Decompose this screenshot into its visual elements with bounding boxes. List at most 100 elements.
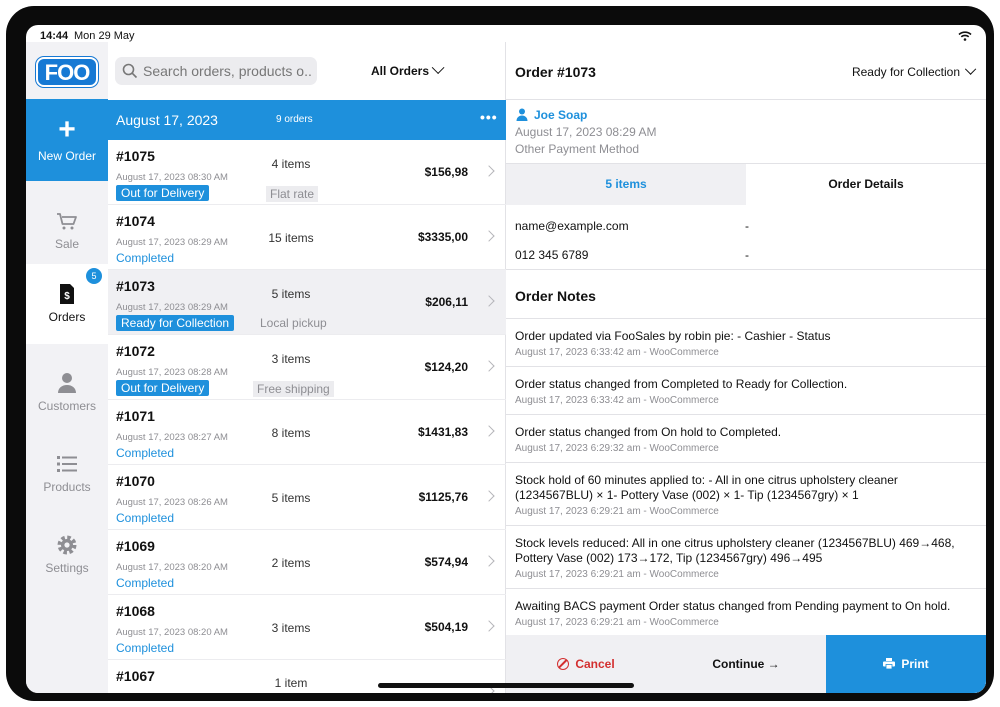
order-note: Order status changed from Completed to R… — [506, 366, 986, 414]
order-time: August 17, 2023 08:29 AM — [116, 302, 228, 313]
printer-icon — [883, 658, 896, 669]
detail-tabs: 5 items Order Details — [506, 163, 986, 205]
order-item-count: 5 items — [271, 287, 311, 301]
chevron-right-icon — [483, 490, 495, 502]
svg-text:$: $ — [64, 291, 70, 302]
order-status: Completed — [116, 251, 175, 265]
sidebar-item-products[interactable]: Products — [26, 434, 108, 514]
tab-order-details[interactable]: Order Details — [746, 164, 986, 205]
contact-details: name@example.com - 012 345 6789 - — [506, 204, 986, 270]
order-shipping-method: Local pickup — [260, 316, 327, 330]
order-total: $1431,83 — [417, 425, 468, 439]
order-status-badge: Out for Delivery — [116, 185, 210, 201]
tab-items[interactable]: 5 items — [506, 164, 746, 205]
orders-filter-label: All Orders — [371, 64, 430, 78]
chevron-right-icon — [483, 165, 495, 177]
order-note: Stock hold of 60 minutes applied to: - A… — [506, 462, 986, 525]
person-icon — [516, 108, 528, 121]
order-row[interactable]: #1069 August 17, 2023 08:20 AM Completed… — [108, 530, 506, 595]
order-status-dropdown[interactable]: Ready for Collection — [852, 63, 977, 79]
note-meta: August 17, 2023 6:29:21 am - WooCommerce — [515, 617, 719, 628]
screen: 14:44 Mon 29 May FOO + New Order Sale 5 … — [26, 25, 986, 693]
status-date: Mon 29 May — [74, 30, 135, 42]
sidebar-item-sale[interactable]: Sale — [26, 191, 108, 271]
chevron-right-icon — [483, 295, 495, 307]
day-header: August 17, 2023 9 orders ••• — [108, 100, 506, 140]
order-row[interactable]: #1075 August 17, 2023 08:30 AM Out for D… — [108, 140, 506, 205]
order-row[interactable]: #1067 1 item — [108, 660, 506, 693]
sidebar: FOO + New Order Sale 5 $ Orders Customer… — [26, 42, 108, 693]
order-note: Order status changed from On hold to Com… — [506, 414, 986, 462]
wifi-icon — [958, 31, 972, 41]
order-row[interactable]: #1072 August 17, 2023 08:28 AM Out for D… — [108, 335, 506, 400]
order-note: Stock levels reduced: All in one citrus … — [506, 525, 986, 588]
order-time: August 17, 2023 08:20 AM — [116, 627, 228, 638]
order-number: #1070 — [116, 473, 155, 489]
note-text: Order status changed from On hold to Com… — [515, 425, 782, 439]
order-row[interactable]: #1068 August 17, 2023 08:20 AM Completed… — [108, 595, 506, 660]
new-order-label: New Order — [37, 149, 96, 163]
customer-name-link[interactable]: Joe Soap — [515, 108, 975, 122]
new-order-button[interactable]: + New Order — [26, 99, 108, 181]
print-label: Print — [901, 657, 929, 671]
note-meta: August 17, 2023 6:33:42 am - WooCommerce — [515, 395, 719, 406]
order-item-count: 8 items — [271, 426, 311, 440]
order-item-count: 4 items — [271, 157, 311, 171]
note-text: Awaiting BACS payment Order status chang… — [515, 599, 951, 613]
foo-logo[interactable]: FOO — [36, 57, 98, 87]
search-input[interactable] — [143, 61, 313, 81]
order-total: $156,98 — [424, 165, 468, 179]
sidebar-item-label: Settings — [45, 561, 89, 575]
order-number: #1073 — [116, 278, 155, 294]
order-time: August 17, 2023 08:29 AM — [116, 237, 228, 248]
sidebar-item-orders[interactable]: 5 $ Orders — [26, 264, 108, 344]
order-time: August 17, 2023 08:26 AM — [116, 497, 228, 508]
day-date: August 17, 2023 — [116, 112, 218, 128]
order-row-selected[interactable]: #1073 August 17, 2023 08:29 AM Ready for… — [108, 270, 506, 335]
chevron-right-icon — [483, 620, 495, 632]
order-title: Order #1073 — [515, 64, 596, 80]
receipt-icon: $ — [60, 284, 74, 304]
sidebar-item-customers[interactable]: Customers — [26, 353, 108, 433]
sidebar-item-label: Orders — [48, 310, 86, 324]
order-number: #1069 — [116, 538, 155, 554]
order-row[interactable]: #1071 August 17, 2023 08:27 AM Completed… — [108, 400, 506, 465]
order-status: Completed — [116, 446, 175, 460]
order-number: #1072 — [116, 343, 155, 359]
phone-dash: - — [745, 248, 749, 262]
order-note: Awaiting BACS payment Order status chang… — [506, 588, 986, 636]
sidebar-item-label: Customers — [37, 399, 96, 413]
note-text: Order updated via FooSales by robin pie:… — [515, 329, 831, 343]
more-options-icon[interactable]: ••• — [480, 109, 498, 125]
order-item-count: 1 item — [274, 676, 308, 690]
chevron-right-icon — [483, 555, 495, 567]
order-item-count: 3 items — [271, 621, 311, 635]
order-total: $504,19 — [424, 620, 468, 634]
order-status-badge: Ready for Collection — [116, 315, 235, 331]
email-dash: - — [745, 219, 749, 233]
home-indicator[interactable] — [378, 683, 634, 688]
orders-filter-dropdown[interactable]: All Orders — [371, 61, 445, 78]
customer-phone: 012 345 6789 — [515, 248, 589, 262]
note-meta: August 17, 2023 6:33:42 am - WooCommerce — [515, 347, 719, 358]
order-number: #1067 — [116, 668, 155, 684]
search-icon — [122, 63, 138, 79]
orders-list-panel: All Orders August 17, 2023 9 orders ••• … — [108, 42, 506, 693]
order-item-count: 2 items — [271, 556, 311, 570]
orders-count-badge: 5 — [86, 268, 102, 284]
order-row[interactable]: #1070 August 17, 2023 08:26 AM Completed… — [108, 465, 506, 530]
order-row[interactable]: #1074 August 17, 2023 08:29 AM Completed… — [108, 205, 506, 270]
sidebar-item-settings[interactable]: Settings — [26, 515, 108, 595]
order-number: #1071 — [116, 408, 155, 424]
note-text: Stock hold of 60 minutes applied to: - A… — [515, 473, 898, 502]
search-bar[interactable] — [115, 57, 317, 85]
order-item-count: 15 items — [268, 231, 314, 245]
person-icon — [58, 373, 76, 393]
order-date: August 17, 2023 08:29 AM — [515, 125, 657, 139]
order-number: #1068 — [116, 603, 155, 619]
continue-button[interactable]: Continue → — [666, 635, 826, 693]
print-button[interactable]: Print — [826, 635, 986, 693]
chevron-right-icon — [483, 360, 495, 372]
order-status-badge: Out for Delivery — [116, 380, 210, 396]
order-total: $1125,76 — [418, 490, 468, 504]
